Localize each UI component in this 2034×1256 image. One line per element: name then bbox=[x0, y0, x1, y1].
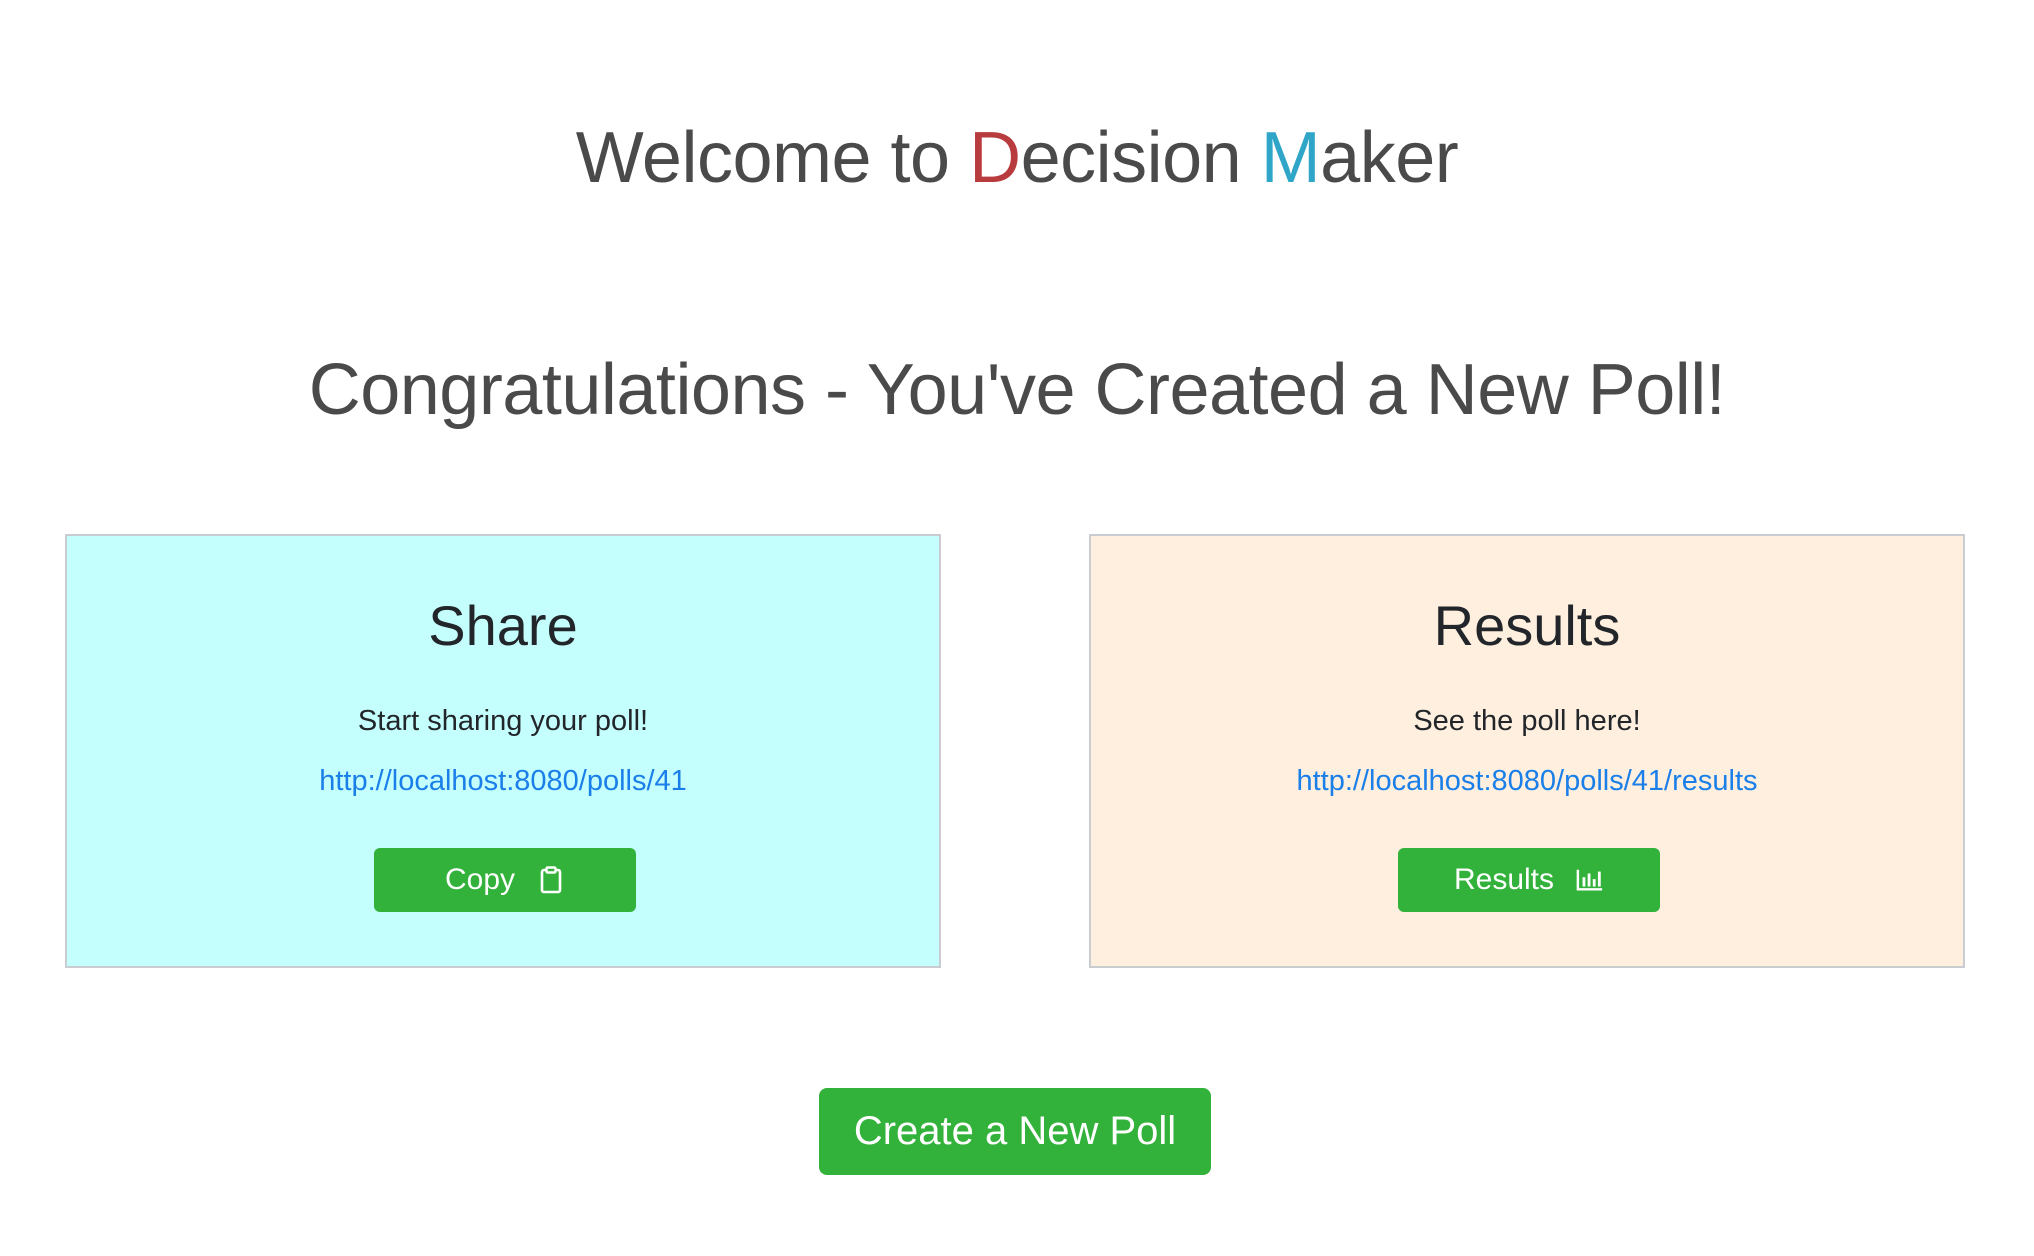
share-card: Share Start sharing your poll! http://lo… bbox=[65, 534, 941, 968]
share-card-title: Share bbox=[428, 594, 578, 657]
welcome-title: Welcome to Decision Maker bbox=[0, 108, 2034, 208]
copy-button[interactable]: Copy bbox=[374, 848, 636, 912]
page-heading: Congratulations - You've Created a New P… bbox=[308, 350, 1726, 430]
results-button-label: Results bbox=[1453, 863, 1555, 896]
results-card: Results See the poll here! http://localh… bbox=[1089, 534, 1965, 968]
decision-rest: ecision bbox=[1020, 118, 1261, 198]
page: Welcome to Decision Maker Congratulation… bbox=[0, 0, 2034, 1256]
results-button[interactable]: Results bbox=[1398, 848, 1660, 912]
results-card-title: Results bbox=[1433, 594, 1621, 657]
decision-initial: D bbox=[969, 118, 1021, 198]
copy-button-label: Copy bbox=[444, 863, 516, 896]
results-card-text: See the poll here! bbox=[1413, 705, 1641, 737]
results-poll-link[interactable]: http://localhost:8080/polls/41/results bbox=[1091, 761, 1963, 801]
share-card-text: Start sharing your poll! bbox=[357, 705, 649, 737]
welcome-prefix: Welcome to bbox=[575, 118, 970, 198]
maker-rest: aker bbox=[1320, 118, 1459, 198]
clipboard-icon bbox=[537, 865, 565, 895]
create-new-poll-button[interactable]: Create a New Poll bbox=[819, 1088, 1211, 1175]
bar-chart-icon bbox=[1576, 865, 1604, 895]
share-poll-link[interactable]: http://localhost:8080/polls/41 bbox=[67, 761, 939, 801]
maker-initial: M bbox=[1260, 118, 1321, 198]
